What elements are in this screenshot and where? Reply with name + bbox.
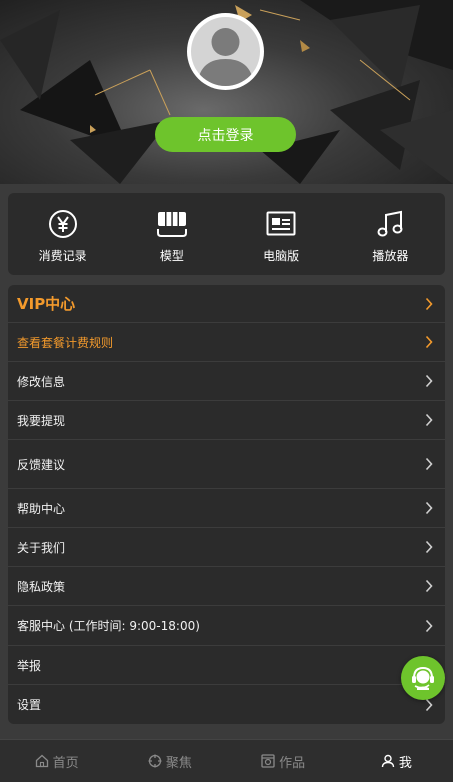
chevron-right-icon	[425, 619, 433, 632]
headset-support-icon	[412, 666, 434, 690]
settings-menu: VIP中心 查看套餐计费规则 修改信息 我要提现 反馈建议 帮助中心 关于我们 …	[8, 285, 445, 724]
quick-item-label: 电脑版	[263, 249, 300, 263]
menu-item-customer-service[interactable]: 客服中心 (工作时间: 9:00-18:00)	[8, 606, 445, 646]
menu-item-label: 设置	[17, 698, 42, 712]
customer-support-button[interactable]	[401, 656, 445, 700]
menu-item-edit-info[interactable]: 修改信息	[8, 362, 445, 401]
menu-item-withdraw[interactable]: 我要提现	[8, 401, 445, 440]
user-icon	[381, 754, 395, 768]
quick-actions-panel: 消费记录 模型 电脑版 播放器	[8, 193, 445, 275]
quick-item-label: 消费记录	[38, 249, 87, 263]
menu-item-label: 反馈建议	[17, 457, 66, 472]
quick-item-label: 模型	[159, 249, 184, 263]
menu-item-privacy-policy[interactable]: 隐私政策	[8, 567, 445, 606]
menu-item-label: 客服中心 (工作时间: 9:00-18:00)	[17, 619, 200, 633]
tab-home[interactable]: 首页	[0, 740, 113, 782]
model-icon	[156, 209, 187, 239]
bottom-tab-bar: 首页 聚焦 作品 我	[0, 739, 453, 782]
menu-item-report[interactable]: 举报	[8, 646, 445, 685]
tab-works[interactable]: 作品	[227, 740, 340, 782]
avatar[interactable]	[187, 13, 264, 90]
menu-item-help-center[interactable]: 帮助中心	[8, 489, 445, 528]
menu-item-settings[interactable]: 设置	[8, 685, 445, 724]
menu-item-label: 关于我们	[17, 540, 66, 555]
chevron-right-icon	[425, 335, 433, 349]
chevron-right-icon	[425, 698, 433, 711]
menu-item-plan-rules[interactable]: 查看套餐计费规则	[8, 323, 445, 362]
menu-item-label: 修改信息	[17, 374, 66, 389]
menu-item-label: VIP中心	[17, 295, 76, 313]
tab-focus[interactable]: 聚焦	[113, 740, 226, 782]
quick-item-model[interactable]: 模型	[117, 193, 226, 275]
menu-item-label: 查看套餐计费规则	[17, 335, 114, 350]
menu-item-label: 举报	[17, 658, 42, 673]
menu-item-vip-center[interactable]: VIP中心	[8, 285, 445, 323]
menu-item-label: 我要提现	[17, 413, 66, 428]
home-icon	[35, 754, 48, 768]
menu-item-label: 帮助中心	[17, 501, 66, 516]
quick-item-purchase-history[interactable]: 消费记录	[8, 193, 117, 275]
quick-item-label: 播放器	[372, 249, 409, 263]
chevron-right-icon	[425, 374, 433, 388]
chevron-right-icon	[425, 457, 433, 471]
chevron-right-icon	[425, 297, 433, 310]
music-icon	[376, 209, 404, 239]
tab-label: 首页	[52, 755, 79, 771]
works-icon	[261, 754, 275, 768]
chevron-right-icon	[425, 579, 433, 593]
tab-label: 我	[398, 755, 412, 771]
tab-label: 聚焦	[165, 755, 192, 771]
desktop-icon	[266, 209, 296, 239]
chevron-right-icon	[425, 540, 433, 554]
focus-icon	[148, 754, 162, 768]
profile-header: 点击登录	[0, 0, 453, 184]
tab-label: 作品	[279, 755, 306, 771]
chevron-right-icon	[425, 501, 433, 515]
menu-item-about-us[interactable]: 关于我们	[8, 528, 445, 567]
login-button[interactable]: 点击登录	[155, 117, 296, 152]
chevron-right-icon	[425, 413, 433, 427]
default-avatar-icon	[191, 17, 260, 86]
quick-item-desktop[interactable]: 电脑版	[227, 193, 336, 275]
menu-item-label: 隐私政策	[17, 579, 66, 594]
menu-item-feedback[interactable]: 反馈建议	[8, 440, 445, 489]
yen-icon	[48, 209, 78, 239]
quick-item-player[interactable]: 播放器	[336, 193, 445, 275]
tab-me[interactable]: 我	[340, 740, 453, 782]
